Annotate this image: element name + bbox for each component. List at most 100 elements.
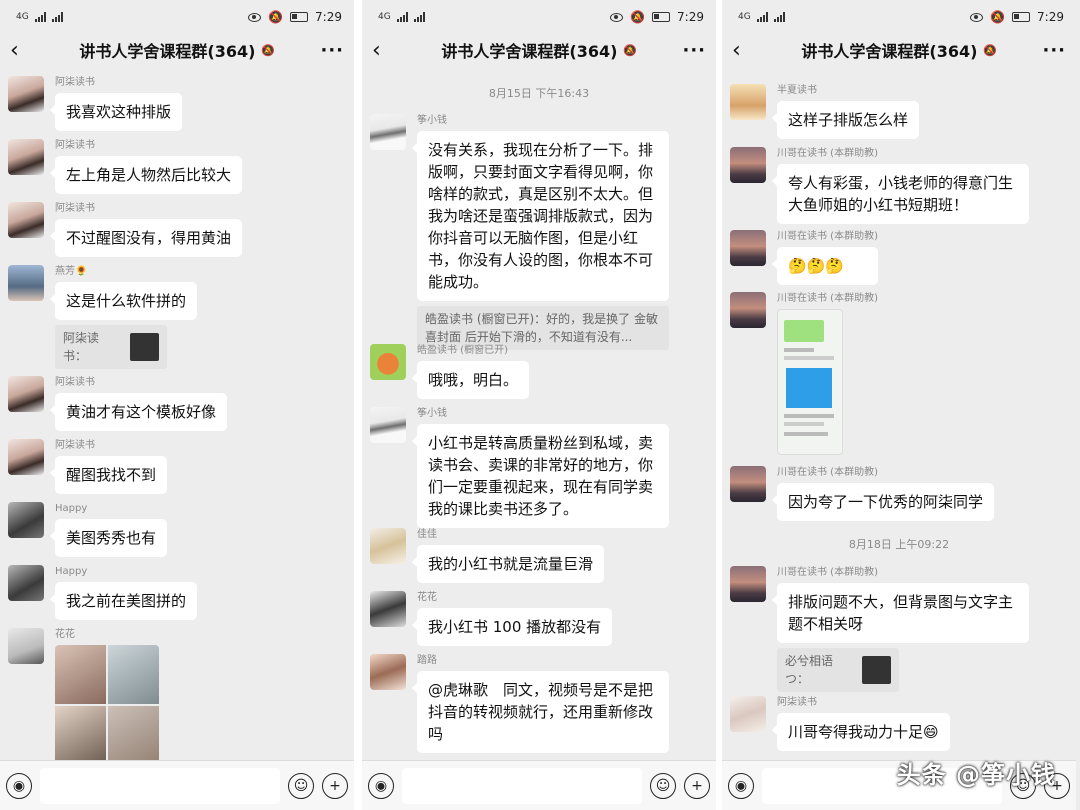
message-list[interactable]: 半夏读书 这样子排版怎么样 川哥在读书 (本群助教) 夸人有彩蛋，小钱老师的得意门生… (722, 70, 1076, 760)
avatar[interactable] (8, 502, 44, 538)
avatar[interactable] (370, 407, 406, 443)
avatar[interactable] (8, 565, 44, 601)
sender-name: 皓盈读书 (橱窗已开) (417, 345, 508, 356)
message-list[interactable]: 阿柒读书 我喜欢这种排版 阿柒读书 左上角是人物然后比较大 阿柒读书 不过醒图没有，得… (0, 70, 354, 760)
watermark: 头条 @筝小钱 (896, 761, 1056, 789)
quote-thumbnail (129, 333, 159, 361)
sender-name: 川哥在读书 (本群助教) (777, 231, 878, 242)
quoted-message[interactable]: 必兮相语つ： (777, 648, 899, 692)
message: 花花 (8, 628, 346, 760)
more-icon[interactable]: ··· (320, 40, 344, 61)
message-bubble[interactable]: 哦哦，明白。 (411, 361, 530, 399)
message: Happy 美图秀秀也有 (8, 502, 346, 557)
clock: 7:29 (315, 10, 342, 24)
message-list[interactable]: 8月15日 下午16:43 筝小钱 没有关系，我现在分析了一下。排版啊，只要封面文… (362, 70, 716, 760)
message-input[interactable] (402, 767, 642, 804)
add-icon[interactable]: + (684, 772, 710, 799)
chat-title: 讲书人学舍课程群(364) 🔕 (79, 42, 276, 61)
message: 筝小钱 小红书是转高质量粉丝到私域，卖读书会、卖课的非常好的地方，你们一定要重视起… (370, 407, 708, 528)
signal-icon: 4G (378, 12, 425, 22)
sender-name: 阿柒读书 (55, 377, 95, 388)
clock: 7:29 (677, 10, 704, 24)
sender-name: 川哥在读书 (本群助教) (777, 567, 878, 578)
message-bubble[interactable]: 我之前在美图拼的 (49, 582, 198, 620)
message-bubble[interactable]: 美图秀秀也有 (49, 519, 168, 557)
sender-name: 花花 (55, 629, 75, 640)
avatar[interactable] (8, 628, 44, 664)
avatar[interactable] (730, 292, 766, 328)
chat-title: 讲书人学舍课程群(364) 🔕 (801, 42, 998, 61)
message-bubble[interactable]: 没有关系，我现在分析了一下。排版啊，只要封面文字看得见啊，你啥样的款式，真是区别… (412, 131, 669, 301)
avatar[interactable] (8, 202, 44, 238)
mute-icon: 🔕 (990, 10, 1006, 24)
avatar[interactable] (730, 147, 766, 183)
quote-thumbnail (862, 656, 891, 684)
emoji-icon[interactable]: ☺ (288, 772, 314, 799)
message: 川哥在读书 (本群助教) 🤔🤔🤔 (730, 230, 1068, 285)
avatar[interactable] (730, 696, 766, 732)
avatar[interactable] (370, 528, 406, 564)
image-message[interactable] (55, 645, 159, 760)
avatar[interactable] (730, 230, 766, 266)
back-arrow-icon[interactable]: ‹ (732, 38, 756, 63)
message-bubble[interactable]: 因为夸了一下优秀的阿柒同学 (771, 483, 995, 521)
message-bubble[interactable]: 我喜欢这种排版 (49, 93, 183, 131)
sender-name: Happy (55, 566, 88, 577)
message-bubble[interactable]: 川哥夸得我动力十足😄 (772, 713, 950, 751)
message: 半夏读书 这样子排版怎么样 (730, 84, 1068, 139)
message-bubble[interactable]: 不过醒图没有，得用黄油 (49, 219, 243, 257)
message-bubble[interactable]: @虎琳歌 同文，视频号是不是把抖音的转视频就行，还用重新修改吗 (412, 671, 669, 753)
message: 川哥在读书 (本群助教) (730, 292, 1068, 455)
message: Happy 我之前在美图拼的 (8, 565, 346, 620)
avatar[interactable] (8, 76, 44, 112)
chat-panel-3: 4G 🔕 7:29 ‹ 讲书人学舍课程群(364) 🔕 ··· 半夏读书 这样子排版怎… (722, 0, 1076, 810)
screenshot-image[interactable] (777, 309, 843, 455)
message-bubble[interactable]: 我小红书 100 播放都没有 (411, 608, 613, 646)
avatar[interactable] (8, 376, 44, 412)
emoji-icon[interactable]: ☺ (650, 772, 676, 799)
more-icon[interactable]: ··· (1042, 40, 1066, 61)
back-arrow-icon[interactable]: ‹ (372, 38, 396, 63)
add-icon[interactable]: + (322, 772, 348, 799)
mute-icon: 🔕 (268, 10, 284, 24)
avatar[interactable] (730, 566, 766, 602)
more-icon[interactable]: ··· (682, 40, 706, 61)
message: 川哥在读书 (本群助教) 夸人有彩蛋，小钱老师的得意门生大鱼师姐的小红书短期班！ (730, 147, 1068, 224)
sender-name: 花花 (417, 592, 437, 603)
avatar[interactable] (370, 114, 406, 150)
message-bubble[interactable]: 夸人有彩蛋，小钱老师的得意门生大鱼师姐的小红书短期班！ (772, 164, 1029, 224)
sender-name: 川哥在读书 (本群助教) (777, 148, 878, 159)
voice-icon[interactable]: ◉ (728, 772, 754, 799)
message-bubble[interactable]: 这是什么软件拼的 (49, 282, 198, 320)
message: 川哥在读书 (本群助教) 因为夸了一下优秀的阿柒同学 (730, 466, 1068, 521)
message-bubble[interactable]: 这样子排版怎么样 (771, 101, 920, 139)
message-bubble[interactable]: 排版问题不大，但背景图与文字主题不相关呀 (772, 583, 1029, 643)
voice-icon[interactable]: ◉ (6, 772, 32, 799)
message-bubble[interactable]: 我的小红书就是流量巨滑 (411, 545, 605, 583)
message-bubble[interactable]: 小红书是转高质量粉丝到私域，卖读书会、卖课的非常好的地方，你们一定要重视起来，现… (412, 424, 669, 528)
avatar[interactable] (730, 466, 766, 502)
battery-icon (290, 12, 309, 22)
signal-icon: 4G (16, 12, 63, 22)
sender-name: 阿柒读书 (55, 440, 95, 451)
message-bubble[interactable]: 🤔🤔🤔 (772, 247, 878, 285)
sender-name: 川哥在读书 (本群助教) (777, 293, 878, 304)
avatar[interactable] (8, 265, 44, 301)
avatar[interactable] (370, 344, 406, 380)
avatar[interactable] (370, 654, 406, 690)
message-bubble[interactable]: 黄油才有这个模板好像 (49, 393, 228, 431)
message: 阿柒读书 左上角是人物然后比较大 (8, 139, 346, 194)
title-bar: ‹ 讲书人学舍课程群(364) 🔕 ··· (0, 34, 354, 66)
sender-name: Happy (55, 503, 88, 514)
back-arrow-icon[interactable]: ‹ (10, 38, 34, 63)
message-input[interactable] (40, 767, 280, 804)
quoted-message[interactable]: 阿柒读书： (55, 325, 167, 369)
message-bubble[interactable]: 左上角是人物然后比较大 (49, 156, 243, 194)
message-bubble[interactable]: 醒图我找不到 (49, 456, 168, 494)
avatar[interactable] (8, 439, 44, 475)
voice-icon[interactable]: ◉ (368, 772, 394, 799)
status-bar: 4G 🔕 7:29 (362, 0, 716, 34)
avatar[interactable] (370, 591, 406, 627)
avatar[interactable] (730, 84, 766, 120)
avatar[interactable] (8, 139, 44, 175)
